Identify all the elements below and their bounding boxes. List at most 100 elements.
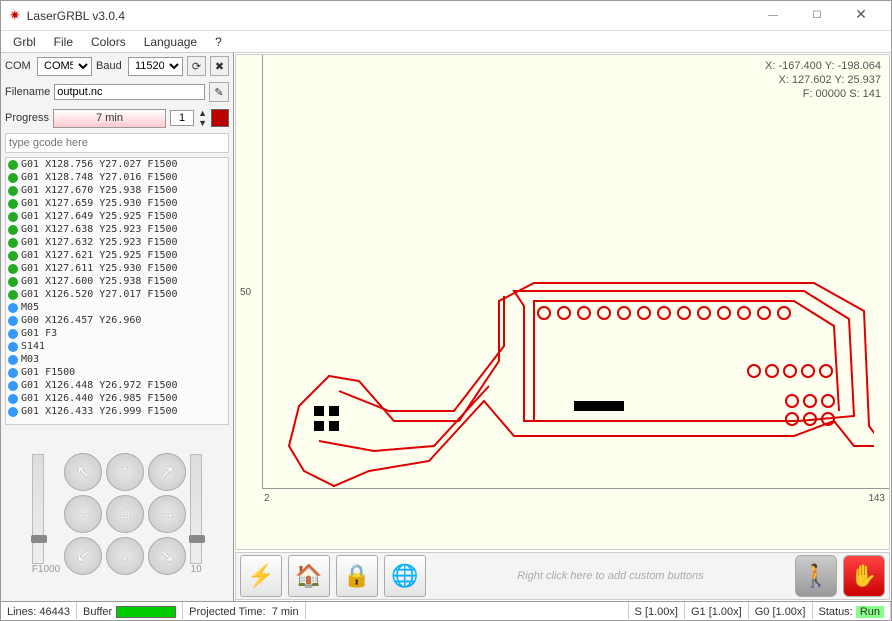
status-s-override[interactable]: S [1.00x] <box>629 602 685 621</box>
stop-button[interactable]: ✋ <box>843 555 885 597</box>
gcode-line[interactable]: G01 X127.649 Y25.925 F1500 <box>6 210 228 223</box>
jog-e[interactable]: → <box>148 495 186 533</box>
queued-icon <box>8 394 18 404</box>
preview-canvas[interactable]: X: -167.400 Y: -198.064 X: 127.602 Y: 25… <box>235 54 890 550</box>
jog-n[interactable]: ↑ <box>106 453 144 491</box>
filename-label: Filename <box>5 86 50 98</box>
maximize-button[interactable]: ☐ <box>795 2 839 30</box>
status-g1-override[interactable]: G1 [1.00x] <box>685 602 749 621</box>
queued-icon <box>8 316 18 326</box>
gcode-line[interactable]: G01 X127.632 Y25.923 F1500 <box>6 236 228 249</box>
run-button[interactable]: 🚶 <box>795 555 837 597</box>
gcode-list[interactable]: G01 X128.756 Y27.027 F1500G01 X128.748 Y… <box>5 157 229 425</box>
axis-y <box>262 55 263 489</box>
menu-grbl[interactable]: Grbl <box>13 35 36 49</box>
statusbar: Lines: 46443 Buffer Projected Time: 7 mi… <box>1 601 891 621</box>
menu-help[interactable]: ? <box>215 35 222 49</box>
baud-select[interactable]: 115200 <box>128 57 183 76</box>
gcode-text: G00 X126.457 Y26.960 <box>21 315 141 326</box>
queued-icon <box>8 368 18 378</box>
menu-language[interactable]: Language <box>144 35 197 49</box>
pcb-drawing <box>274 271 874 501</box>
gcode-text: G01 X126.440 Y26.985 F1500 <box>21 393 178 404</box>
gcode-text: S141 <box>21 341 45 352</box>
jog-s[interactable]: ↓ <box>106 537 144 575</box>
minimize-button[interactable]: — <box>751 2 795 30</box>
gcode-line[interactable]: G01 X126.440 Y26.985 F1500 <box>6 392 228 405</box>
gcode-text: G01 X126.433 Y26.999 F1500 <box>21 406 178 417</box>
jog-se[interactable]: ↘ <box>148 537 186 575</box>
buffer-bar <box>116 606 176 618</box>
gcode-line[interactable]: G01 X126.520 Y27.017 F1500 <box>6 288 228 301</box>
refresh-icon[interactable]: ⟳ <box>187 56 206 76</box>
gcode-line[interactable]: M05 <box>6 301 228 314</box>
ok-icon <box>8 160 18 170</box>
menu-file[interactable]: File <box>54 35 73 49</box>
progress-count[interactable] <box>170 110 194 126</box>
step-slider[interactable] <box>190 454 202 564</box>
lock-icon[interactable]: 🔒 <box>336 555 378 597</box>
gcode-text: G01 X127.649 Y25.925 F1500 <box>21 211 178 222</box>
gcode-input[interactable] <box>5 133 229 153</box>
ok-icon <box>8 225 18 235</box>
gcode-line[interactable]: G01 X128.748 Y27.016 F1500 <box>6 171 228 184</box>
app-icon: ✷ <box>9 7 21 24</box>
filename-input[interactable] <box>54 84 205 100</box>
gcode-line[interactable]: G01 X127.621 Y25.925 F1500 <box>6 249 228 262</box>
status-projected: Projected Time: 7 min <box>183 602 305 621</box>
gcode-line[interactable]: G01 F3 <box>6 327 228 340</box>
spinner-icon[interactable]: ▲▼ <box>198 108 207 128</box>
gcode-line[interactable]: G01 X127.600 Y25.938 F1500 <box>6 275 228 288</box>
toolbar-hint[interactable]: Right click here to add custom buttons <box>432 570 789 582</box>
com-select[interactable]: COM5 <box>37 57 92 76</box>
status-lines: Lines: 46443 <box>1 602 77 621</box>
gcode-text: G01 X127.600 Y25.938 F1500 <box>21 276 178 287</box>
ok-icon <box>8 238 18 248</box>
jog-area: F1000 ↖ ↑ ↗ ← ⌂ → ↙ ↓ ↘ 10 <box>1 427 233 601</box>
right-panel: X: -167.400 Y: -198.064 X: 127.602 Y: 25… <box>234 53 891 601</box>
gcode-text: G01 X127.632 Y25.923 F1500 <box>21 237 178 248</box>
status-run-badge: Run <box>856 606 884 618</box>
gcode-line[interactable]: G00 X126.457 Y26.960 <box>6 314 228 327</box>
gcode-text: G01 X127.670 Y25.938 F1500 <box>21 185 178 196</box>
gcode-line[interactable]: G01 X126.433 Y26.999 F1500 <box>6 405 228 418</box>
gcode-line[interactable]: G01 X126.448 Y26.972 F1500 <box>6 379 228 392</box>
coordinates-readout: X: -167.400 Y: -198.064 X: 127.602 Y: 25… <box>765 59 881 101</box>
progress-bar: 7 min <box>53 109 166 128</box>
gcode-line[interactable]: G01 X127.611 Y25.930 F1500 <box>6 262 228 275</box>
globe-icon[interactable]: 🌐 <box>384 555 426 597</box>
bottom-toolbar: ⚡ 🏠 🔒 🌐 Right click here to add custom b… <box>235 552 890 600</box>
gcode-text: G01 X126.448 Y26.972 F1500 <box>21 380 178 391</box>
ok-icon <box>8 277 18 287</box>
queued-icon <box>8 381 18 391</box>
color-swatch[interactable] <box>211 109 229 127</box>
jog-w[interactable]: ← <box>64 495 102 533</box>
gcode-line[interactable]: G01 X127.638 Y25.923 F1500 <box>6 223 228 236</box>
disconnect-icon[interactable]: ✖ <box>210 56 229 76</box>
gcode-line[interactable]: G01 X127.659 Y25.930 F1500 <box>6 197 228 210</box>
coord-machine: X: -167.400 Y: -198.064 <box>765 59 881 73</box>
jog-nw[interactable]: ↖ <box>64 453 102 491</box>
close-button[interactable]: ✕ <box>839 2 883 30</box>
ok-icon <box>8 290 18 300</box>
gcode-text: M03 <box>21 354 39 365</box>
gcode-line[interactable]: G01 X127.670 Y25.938 F1500 <box>6 184 228 197</box>
ok-icon <box>8 199 18 209</box>
jog-ne[interactable]: ↗ <box>148 453 186 491</box>
gcode-line[interactable]: S141 <box>6 340 228 353</box>
menu-colors[interactable]: Colors <box>91 35 126 49</box>
status-g0-override[interactable]: G0 [1.00x] <box>749 602 813 621</box>
gcode-line[interactable]: G01 X128.756 Y27.027 F1500 <box>6 158 228 171</box>
flash-icon[interactable]: ⚡ <box>240 555 282 597</box>
gcode-line[interactable]: M03 <box>6 353 228 366</box>
gcode-line[interactable]: G01 F1500 <box>6 366 228 379</box>
ok-icon <box>8 212 18 222</box>
feed-slider[interactable] <box>32 454 44 564</box>
status-spacer <box>306 602 629 621</box>
queued-icon <box>8 329 18 339</box>
home-zoom-icon[interactable]: 🏠 <box>288 555 330 597</box>
jog-home[interactable]: ⌂ <box>106 495 144 533</box>
file-open-icon[interactable]: ✎ <box>209 82 229 102</box>
jog-sw[interactable]: ↙ <box>64 537 102 575</box>
ok-icon <box>8 173 18 183</box>
